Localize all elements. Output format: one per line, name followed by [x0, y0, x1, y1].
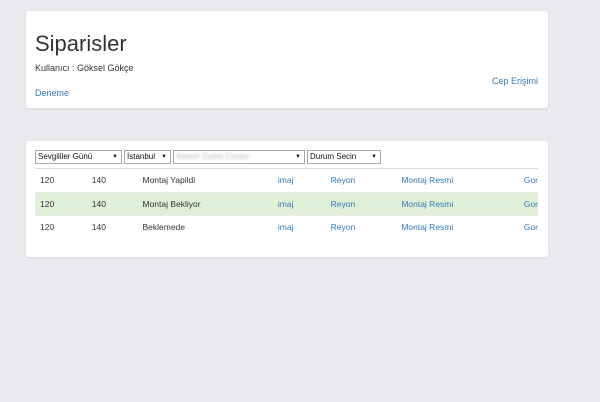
- occasion-select[interactable]: Sevgililer Günü ▼: [35, 150, 122, 164]
- gor-link[interactable]: Gor: [524, 199, 538, 209]
- store-select-value: Airport Outlet Center: [176, 152, 250, 161]
- chevron-down-icon: ▼: [161, 154, 167, 160]
- order-status: Montaj Bekliyor: [137, 191, 273, 216]
- montaj-resmi-link[interactable]: Montaj Resmi: [401, 175, 453, 185]
- imaj-link[interactable]: imaj: [278, 222, 294, 232]
- table-row: 120 140 Montaj Yapildi imaj Reyon Montaj…: [35, 169, 538, 192]
- city-select[interactable]: İstanbul ▼: [124, 150, 171, 164]
- reyon-link[interactable]: Reyon: [331, 175, 356, 185]
- orders-panel: Sevgililer Günü ▼ İstanbul ▼ Airport Out…: [26, 141, 548, 257]
- filter-bar: Sevgililer Günü ▼ İstanbul ▼ Airport Out…: [35, 150, 381, 164]
- montaj-resmi-link[interactable]: Montaj Resmi: [401, 222, 453, 232]
- user-label: Kullanıcı : Göksel Gökçe: [35, 63, 134, 73]
- chevron-down-icon: ▼: [371, 154, 377, 160]
- order-col2: 140: [91, 175, 106, 186]
- table-row: 120 140 Montaj Bekliyor imaj Reyon Monta…: [35, 191, 538, 216]
- order-col1: 120: [40, 175, 55, 186]
- reyon-link[interactable]: Reyon: [331, 199, 356, 209]
- gor-link[interactable]: Gor: [524, 222, 538, 232]
- deneme-link[interactable]: Deneme: [35, 88, 69, 98]
- order-col1: 120: [35, 191, 87, 216]
- order-col2: 140: [86, 215, 138, 239]
- cep-erisimi-link[interactable]: Cep Erişimi: [492, 76, 538, 86]
- status-select[interactable]: Durum Secin ▼: [307, 150, 381, 164]
- reyon-link[interactable]: Reyon: [331, 222, 356, 232]
- order-status: Beklemede: [137, 215, 273, 239]
- status-select-value: Durum Secin: [310, 152, 357, 161]
- orders-table: 120 140 Montaj Yapildi imaj Reyon Montaj…: [35, 169, 538, 239]
- occasion-select-value: Sevgililer Günü: [38, 152, 93, 161]
- header-panel: Siparisler Kullanıcı : Göksel Gökçe Cep …: [26, 11, 548, 108]
- imaj-link[interactable]: imaj: [278, 175, 294, 185]
- table-row: 120 140 Beklemede imaj Reyon Montaj Resm…: [35, 215, 538, 239]
- chevron-down-icon: ▼: [295, 154, 301, 160]
- montaj-resmi-link[interactable]: Montaj Resmi: [401, 199, 453, 209]
- imaj-link[interactable]: imaj: [278, 199, 294, 209]
- page-title: Siparisler: [35, 31, 127, 56]
- gor-link[interactable]: Gor: [524, 175, 538, 185]
- store-select[interactable]: Airport Outlet Center ▼: [173, 150, 305, 164]
- city-select-value: İstanbul: [127, 152, 156, 161]
- order-status: Montaj Yapildi: [142, 175, 196, 186]
- chevron-down-icon: ▼: [112, 154, 118, 160]
- order-col1: 120: [35, 215, 87, 239]
- order-col2: 140: [86, 191, 138, 216]
